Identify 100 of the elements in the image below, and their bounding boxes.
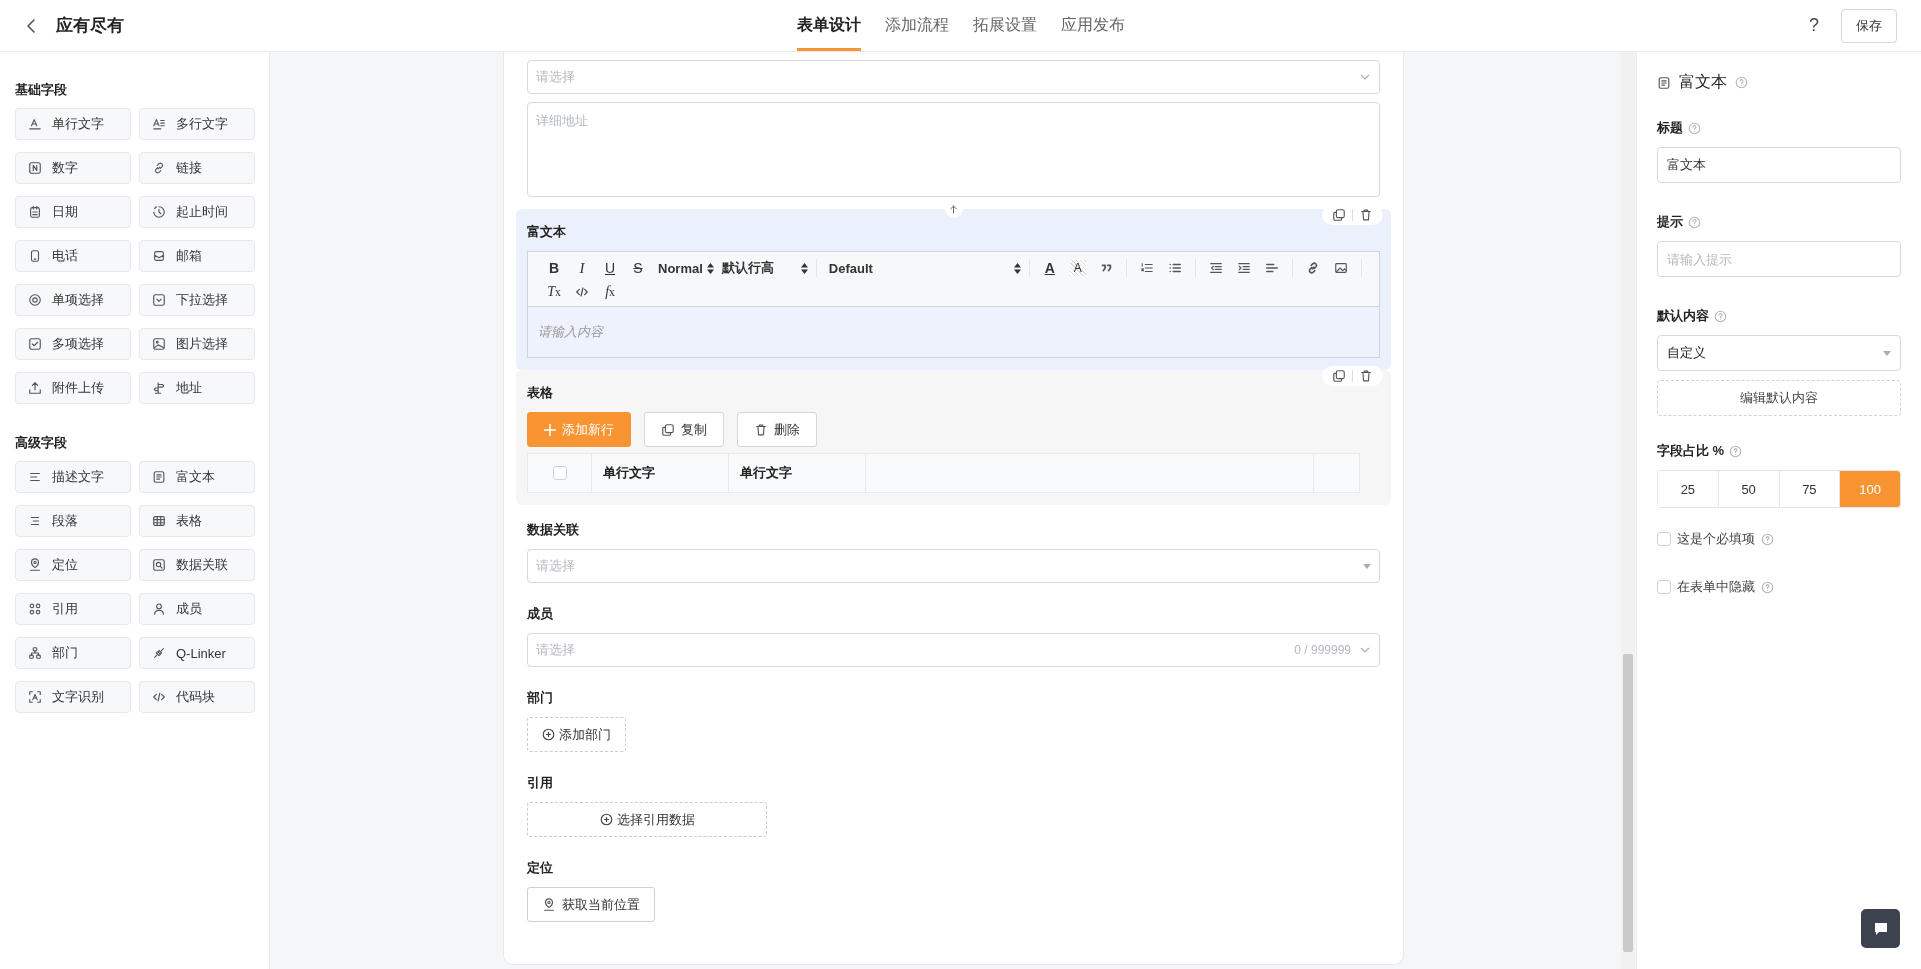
delete-row-button[interactable]: 删除 — [737, 412, 817, 447]
field-type-item[interactable]: Q-Linker — [139, 637, 255, 669]
highlight-button[interactable]: A — [1069, 260, 1086, 276]
field-type-item[interactable]: 多行文字 — [139, 108, 255, 140]
trash-icon — [1359, 369, 1373, 383]
nav-tab[interactable]: 拓展设置 — [972, 0, 1037, 51]
paragraph-icon — [28, 514, 42, 528]
property-label: 提示 — [1657, 213, 1683, 231]
select-all-checkbox[interactable] — [552, 466, 567, 480]
app-title: 应有尽有 — [56, 15, 124, 37]
dropdown-triangle-icon — [1883, 350, 1891, 356]
field-type-item[interactable]: 电话 — [15, 240, 131, 272]
nodes-icon — [28, 602, 42, 616]
phone-icon — [28, 249, 42, 263]
field-type-item[interactable]: 邮箱 — [139, 240, 255, 272]
table-icon — [152, 514, 166, 528]
get-location-button[interactable]: 获取当前位置 — [527, 887, 655, 922]
field-label: 数据关联 — [527, 521, 580, 539]
user-icon — [152, 602, 166, 616]
field-type-item[interactable]: 单项选择 — [15, 284, 131, 316]
document-icon — [152, 470, 166, 484]
section-title: 基础字段 — [15, 81, 68, 99]
copy-button[interactable] — [1330, 369, 1348, 383]
code-icon — [152, 690, 166, 704]
field-type-item[interactable]: 单行文字 — [15, 108, 131, 140]
plug-icon — [152, 646, 166, 660]
text-lines-icon — [152, 117, 166, 131]
field-type-item[interactable]: 日期 — [15, 196, 131, 228]
field-label: 成员 — [527, 605, 554, 623]
underline-button[interactable]: U — [598, 258, 622, 278]
help-link[interactable]: ? — [1809, 15, 1819, 36]
copy-icon — [1332, 369, 1346, 383]
copy-icon — [661, 422, 675, 437]
trash-icon — [754, 422, 768, 437]
radio-icon — [28, 293, 42, 307]
edit-default-button[interactable]: 编辑默认内容 — [1657, 380, 1901, 416]
checkbox[interactable] — [1657, 580, 1671, 594]
column-header: 单行文字 — [729, 454, 866, 492]
copy-icon — [1332, 208, 1346, 222]
field-label: 引用 — [527, 774, 554, 792]
align-left-icon — [1264, 261, 1279, 275]
bold-button[interactable]: B — [542, 258, 566, 278]
toolbar-dropdown[interactable]: Normal — [654, 258, 718, 278]
checkbox-label: 这是个必填项 — [1677, 530, 1755, 548]
org-chart-icon — [28, 646, 42, 660]
select-reference-button[interactable]: 选择引用数据 — [527, 802, 767, 837]
field-type-item[interactable]: 部门 — [15, 637, 131, 669]
field-type-item[interactable]: 表格 — [139, 505, 255, 537]
search-box-icon — [152, 558, 166, 572]
scrollbar[interactable] — [1621, 52, 1635, 969]
toolbar-dropdown[interactable]: Default — [824, 258, 1025, 278]
chat-button[interactable] — [1861, 909, 1900, 948]
field-type-item[interactable]: 成员 — [139, 593, 255, 625]
text-color-button[interactable]: A — [1037, 258, 1062, 278]
scan-icon — [28, 690, 42, 704]
field-type-item[interactable]: 定位 — [15, 549, 131, 581]
property-label: 默认内容 — [1657, 307, 1709, 325]
field-type-item[interactable]: 数据关联 — [139, 549, 255, 581]
field-type-item[interactable]: 图片选择 — [139, 328, 255, 360]
property-label: 标题 — [1657, 119, 1683, 137]
field-type-item[interactable]: 数字 — [15, 152, 131, 184]
copy-row-button[interactable]: 复制 — [644, 412, 724, 447]
width-option[interactable]: 25 — [1658, 471, 1719, 507]
nav-tab[interactable]: 应用发布 — [1060, 0, 1125, 51]
hint-input[interactable]: 请输入提示 — [1657, 241, 1901, 277]
add-department-button[interactable]: 添加部门 — [527, 717, 626, 752]
field-type-item[interactable]: 附件上传 — [15, 372, 131, 404]
field-type-item[interactable]: 代码块 — [139, 681, 255, 713]
field-type-item[interactable]: 引用 — [15, 593, 131, 625]
field-type-item[interactable]: 段落 — [15, 505, 131, 537]
chat-icon — [1873, 921, 1888, 936]
checkbox[interactable] — [1657, 532, 1671, 546]
field-type-item[interactable]: 多项选择 — [15, 328, 131, 360]
field-label: 定位 — [527, 859, 554, 877]
outdent-icon — [1208, 261, 1223, 275]
field-type-item[interactable]: 地址 — [139, 372, 255, 404]
default-content-select[interactable]: 自定义 — [1657, 335, 1901, 371]
lines-icon — [28, 470, 42, 484]
text-line-icon — [28, 117, 42, 131]
location-pin-icon — [542, 897, 556, 912]
field-type-item[interactable]: 文字识别 — [15, 681, 131, 713]
field-label: 部门 — [527, 689, 554, 707]
save-button[interactable]: 保存 — [1841, 8, 1897, 43]
field-type-item[interactable]: 富文本 — [139, 461, 255, 493]
up-down-icon — [706, 262, 714, 274]
number-icon — [28, 161, 42, 175]
copy-button[interactable] — [1330, 208, 1348, 222]
up-down-icon — [1013, 262, 1021, 274]
nav-tab[interactable]: 添加流程 — [884, 0, 949, 51]
link-icon — [152, 161, 166, 175]
strikethrough-button[interactable]: S — [626, 258, 650, 278]
property-label: 字段占比 % — [1657, 442, 1725, 460]
checkbox-label: 在表单中隐藏 — [1677, 578, 1755, 596]
field-type-item[interactable]: 下拉选择 — [139, 284, 255, 316]
field-type-item[interactable]: 链接 — [139, 152, 255, 184]
title-input[interactable]: 富文本 — [1657, 147, 1901, 183]
italic-button[interactable]: I — [570, 258, 594, 278]
field-type-item[interactable]: 起止时间 — [139, 196, 255, 228]
toolbar-dropdown[interactable]: 默认行高 — [717, 258, 812, 278]
field-type-item[interactable]: 描述文字 — [15, 461, 131, 493]
